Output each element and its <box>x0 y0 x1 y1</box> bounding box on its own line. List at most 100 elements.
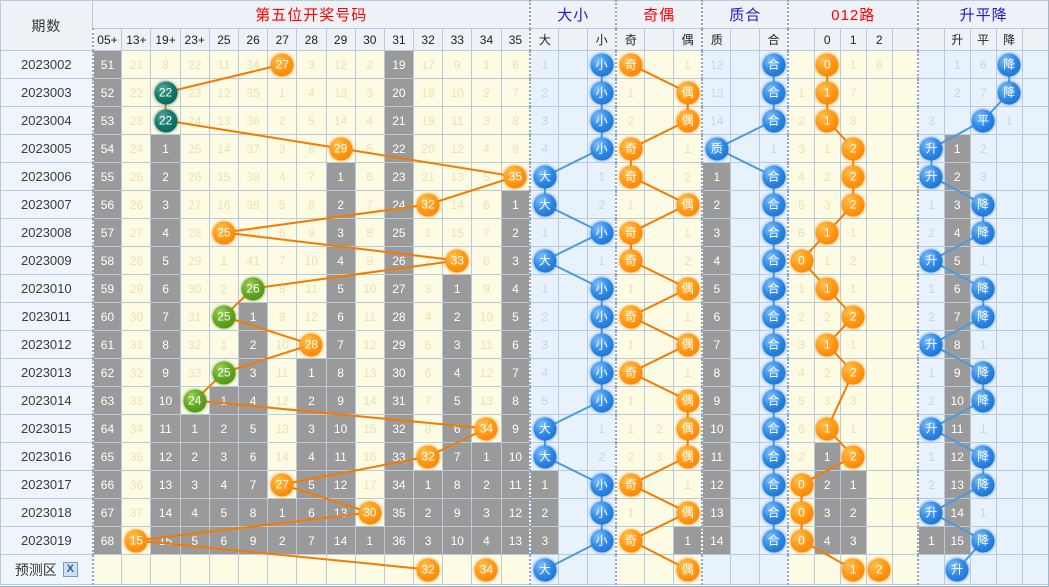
road-cell-1[interactable]: 4 <box>813 526 841 555</box>
road-cell-2[interactable]: 1 <box>839 274 867 303</box>
trend-cell-2[interactable]: 2 <box>969 134 997 163</box>
num-cell-3[interactable]: 29 <box>179 246 210 275</box>
prime-cell-0[interactable]: 5 <box>701 274 732 303</box>
num-cell-10[interactable]: 20 <box>383 78 415 107</box>
size-cell-1[interactable] <box>558 190 589 219</box>
num-cell-5[interactable]: 6 <box>237 442 269 471</box>
parity-cell-2[interactable]: 偶 <box>673 442 703 471</box>
num-cell-5[interactable]: 38 <box>237 162 269 191</box>
prime-cell-2[interactable]: 合 <box>759 106 789 135</box>
num-cell-12[interactable]: 33 <box>442 246 473 275</box>
predict-parity-0[interactable] <box>615 554 646 585</box>
num-cell-1[interactable]: 36 <box>121 470 152 499</box>
num-cell-7[interactable]: 6 <box>296 498 327 527</box>
num-cell-7[interactable]: 11 <box>296 274 327 303</box>
num-cell-7[interactable]: 4 <box>296 442 327 471</box>
trend-cell-1[interactable]: 10 <box>943 386 971 415</box>
num-cell-4[interactable]: 1 <box>208 246 239 275</box>
num-cell-0[interactable]: 66 <box>91 470 123 499</box>
size-cell-1[interactable] <box>558 106 589 135</box>
predict-road-2[interactable]: 1 <box>839 554 867 585</box>
num-cell-5[interactable]: 37 <box>237 134 269 163</box>
num-cell-4[interactable]: 6 <box>208 526 239 555</box>
num-cell-3[interactable]: 32 <box>179 330 210 359</box>
num-cell-6[interactable]: 2 <box>267 526 298 555</box>
num-cell-8[interactable]: 12 <box>325 50 356 79</box>
road-cell-0[interactable]: 6 <box>787 218 815 247</box>
num-cell-9[interactable]: 6 <box>354 162 385 191</box>
num-cell-3[interactable]: 26 <box>179 162 210 191</box>
size-cell-1[interactable] <box>558 470 589 499</box>
num-cell-7[interactable]: 1 <box>296 358 327 387</box>
close-icon[interactable]: X <box>62 562 78 577</box>
num-cell-5[interactable]: 3 <box>237 358 269 387</box>
num-cell-2[interactable]: 5 <box>150 246 181 275</box>
num-cell-8[interactable]: 6 <box>325 302 356 331</box>
num-cell-5[interactable]: 34 <box>237 50 269 79</box>
prime-cell-1[interactable] <box>730 302 761 331</box>
period-cell[interactable]: 2023014 <box>0 386 94 415</box>
trend-cell-2[interactable]: 1 <box>969 498 997 527</box>
size-cell-2[interactable]: 小 <box>587 134 617 163</box>
size-cell-2[interactable]: 小 <box>587 274 617 303</box>
trend-cell-2[interactable]: 降 <box>969 302 997 331</box>
num-cell-7[interactable]: 6 <box>296 134 327 163</box>
size-cell-1[interactable] <box>558 50 589 79</box>
road-cell-4[interactable] <box>891 358 919 387</box>
road-cell-3[interactable] <box>865 134 893 163</box>
num-cell-8[interactable]: 10 <box>325 414 356 443</box>
num-cell-5[interactable]: 1 <box>237 302 269 331</box>
road-cell-2[interactable]: 2 <box>839 246 867 275</box>
num-cell-14[interactable]: 13 <box>500 526 531 555</box>
road-cell-2[interactable]: 1 <box>839 470 867 499</box>
num-cell-7[interactable]: 9 <box>296 218 327 247</box>
road-cell-2[interactable]: 3 <box>839 386 867 415</box>
period-cell[interactable]: 2023013 <box>0 358 94 387</box>
num-cell-14[interactable]: 1 <box>500 190 531 219</box>
road-cell-4[interactable] <box>891 526 919 555</box>
road-cell-3[interactable] <box>865 274 893 303</box>
parity-cell-0[interactable]: 奇 <box>615 162 646 191</box>
predict-parity-2[interactable]: 偶 <box>673 554 703 585</box>
road-cell-0[interactable]: 0 <box>787 526 815 555</box>
trend-cell-4[interactable] <box>1021 106 1048 135</box>
prime-cell-2[interactable]: 合 <box>759 414 789 443</box>
trend-cell-0[interactable] <box>917 50 945 79</box>
trend-cell-4[interactable] <box>1021 498 1048 527</box>
road-cell-1[interactable]: 1 <box>813 134 841 163</box>
trend-cell-0[interactable]: 1 <box>917 442 945 471</box>
num-cell-6[interactable]: 1 <box>267 498 298 527</box>
num-cell-7[interactable]: 3 <box>296 414 327 443</box>
period-cell[interactable]: 2023018 <box>0 498 94 527</box>
predict-road-1[interactable] <box>813 554 841 585</box>
num-cell-0[interactable]: 67 <box>91 498 123 527</box>
size-cell-1[interactable] <box>558 526 589 555</box>
trend-cell-1[interactable]: 11 <box>943 414 971 443</box>
num-cell-2[interactable]: 10 <box>150 386 181 415</box>
trend-cell-4[interactable] <box>1021 162 1048 191</box>
num-cell-11[interactable]: 3 <box>413 274 444 303</box>
prime-cell-0[interactable]: 11 <box>701 442 732 471</box>
num-cell-0[interactable]: 65 <box>91 442 123 471</box>
trend-cell-4[interactable] <box>1021 386 1048 415</box>
size-cell-0[interactable]: 3 <box>529 106 560 135</box>
road-cell-0[interactable]: 2 <box>787 442 815 471</box>
road-cell-1[interactable]: 1 <box>813 218 841 247</box>
num-cell-14[interactable]: 4 <box>500 274 531 303</box>
num-cell-0[interactable]: 59 <box>91 274 123 303</box>
num-cell-4[interactable]: 1 <box>208 386 239 415</box>
parity-cell-1[interactable] <box>644 218 675 247</box>
size-cell-0[interactable]: 大 <box>529 442 560 471</box>
num-cell-14[interactable]: 7 <box>500 78 531 107</box>
num-cell-14[interactable]: 2 <box>500 218 531 247</box>
num-cell-12[interactable]: 10 <box>442 526 473 555</box>
predict-label-cell[interactable]: 预测区 X <box>0 554 94 585</box>
num-cell-1[interactable]: 21 <box>121 50 152 79</box>
num-cell-10[interactable]: 34 <box>383 470 415 499</box>
num-cell-6[interactable]: 1 <box>267 78 298 107</box>
trend-cell-3[interactable] <box>995 190 1023 219</box>
num-cell-11[interactable]: 3 <box>413 526 444 555</box>
prime-cell-0[interactable]: 7 <box>701 330 732 359</box>
num-cell-14[interactable]: 35 <box>500 162 531 191</box>
prime-cell-1[interactable] <box>730 246 761 275</box>
